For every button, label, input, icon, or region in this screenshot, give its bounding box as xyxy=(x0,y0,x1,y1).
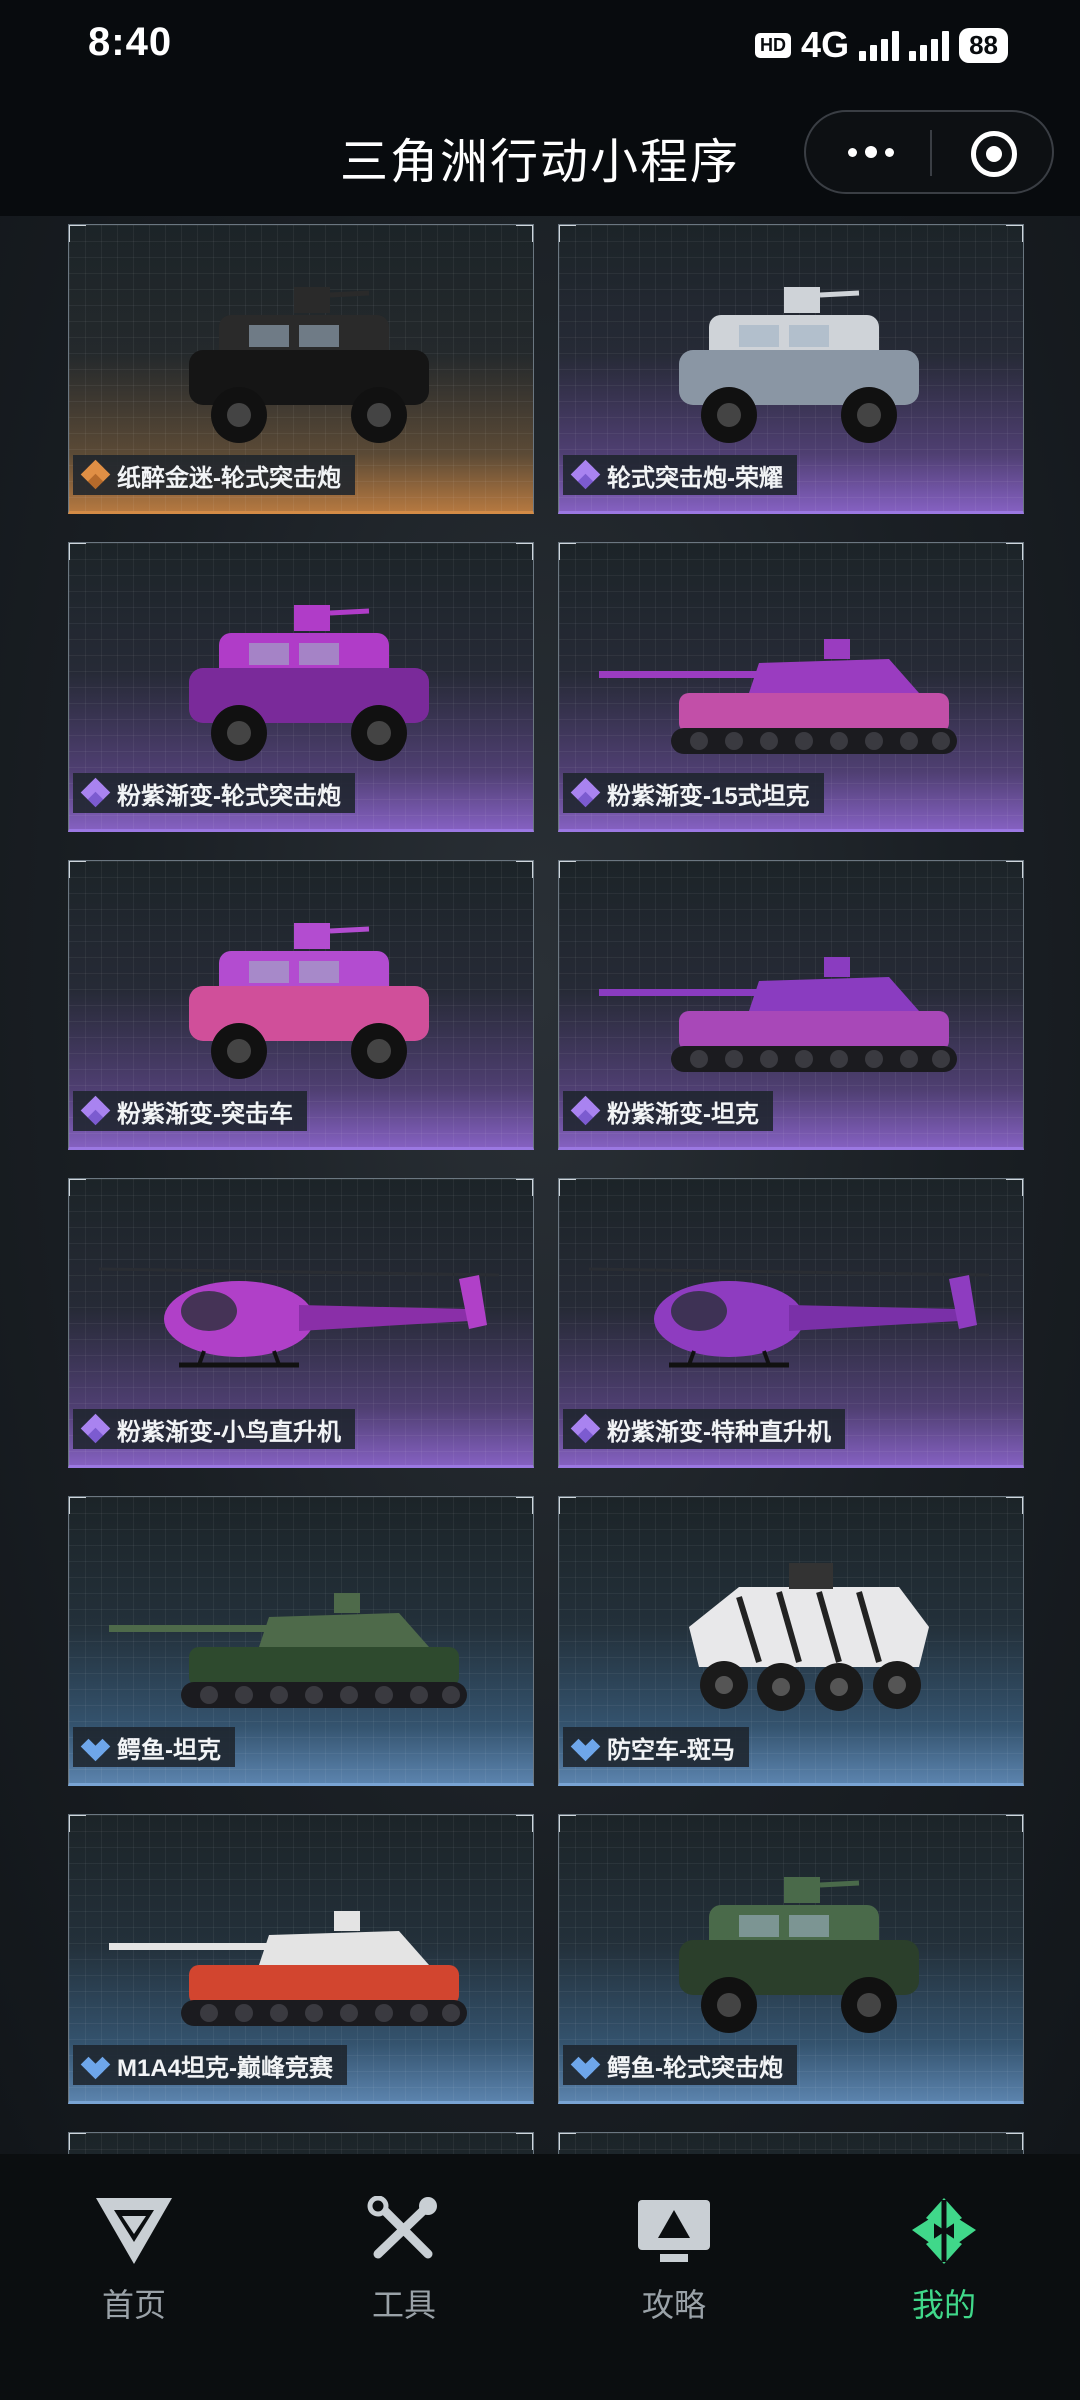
skin-name-label: 轮式突击炮-荣耀 xyxy=(563,455,797,495)
vehicle-skin-card[interactable]: 粉紫渐变-特种直升机 xyxy=(558,1178,1024,1468)
skin-name-label: 粉紫渐变-小鸟直升机 xyxy=(73,1409,355,1449)
card-grid-background xyxy=(69,2133,533,2154)
skin-name-text: 鳄鱼-坦克 xyxy=(117,1736,221,1764)
vehicle-skin-card[interactable]: 粉紫渐变-轮式突击炮 xyxy=(68,542,534,832)
skin-name-label: M1A4坦克-巅峰竞赛 xyxy=(73,2045,348,2085)
vehicle-skin-card[interactable]: 粉紫渐变-坦克 xyxy=(558,860,1024,1150)
more-options-icon[interactable] xyxy=(836,132,906,172)
vehicle-skin-card-partial[interactable] xyxy=(68,2132,534,2154)
tab-guide-label: 攻略 xyxy=(641,2287,706,2323)
skin-name-text: M1A4坦克-巅峰竞赛 xyxy=(117,2054,334,2082)
rarity-diamond-icon xyxy=(570,459,601,490)
skin-name-text: 粉紫渐变-特种直升机 xyxy=(607,1418,831,1446)
corner-bracket xyxy=(1006,2133,1023,2150)
vehicle-skin-card[interactable]: 鳄鱼-坦克 xyxy=(68,1496,534,1786)
tab-guide[interactable]: 攻略 xyxy=(604,2196,744,2326)
vehicle-skin-card-partial[interactable] xyxy=(558,2132,1024,2154)
battery-icon: 88 xyxy=(959,27,1008,63)
tab-mine[interactable]: 我的 xyxy=(874,2196,1014,2326)
skin-name-label: 粉紫渐变-轮式突击炮 xyxy=(73,773,355,813)
rarity-diamond-icon xyxy=(570,777,601,808)
skin-name-text: 粉紫渐变-突击车 xyxy=(117,1100,293,1128)
tab-tools-label: 工具 xyxy=(371,2287,436,2323)
rarity-diamond-icon xyxy=(80,459,111,490)
skin-name-label: 粉紫渐变-突击车 xyxy=(73,1091,307,1131)
status-bar: 8:40 HD 4G 88 xyxy=(0,0,1080,92)
skin-name-label: 粉紫渐变-特种直升机 xyxy=(563,1409,845,1449)
vehicle-skin-card[interactable]: M1A4坦克-巅峰竞赛 xyxy=(68,1814,534,2104)
skin-name-text: 粉紫渐变-15式坦克 xyxy=(607,782,810,810)
vehicle-skin-card[interactable]: 粉紫渐变-小鸟直升机 xyxy=(68,1178,534,1468)
skin-name-label: 防空车-斑马 xyxy=(563,1727,749,1767)
vehicle-skin-card[interactable]: 轮式突击炮-荣耀 xyxy=(558,224,1024,514)
corner-bracket xyxy=(559,2133,576,2150)
tab-home-label: 首页 xyxy=(101,2287,166,2323)
status-time: 8:40 xyxy=(88,20,173,64)
corner-bracket xyxy=(516,2133,533,2150)
skin-name-text: 粉紫渐变-轮式突击炮 xyxy=(117,782,341,810)
skin-name-label: 纸醉金迷-轮式突击炮 xyxy=(73,455,355,495)
skin-name-text: 轮式突击炮-荣耀 xyxy=(607,464,783,492)
rarity-diamond-icon xyxy=(80,777,111,808)
skin-name-label: 鳄鱼-坦克 xyxy=(73,1727,235,1767)
rarity-diamond-icon xyxy=(570,1734,601,1762)
skin-name-text: 防空车-斑马 xyxy=(607,1736,735,1764)
corner-bracket xyxy=(69,2133,86,2150)
rarity-diamond-icon xyxy=(570,1095,601,1126)
hd-voice-icon: HD xyxy=(755,32,792,58)
vehicle-skin-card[interactable]: 鳄鱼-轮式突击炮 xyxy=(558,1814,1024,2104)
capsule-divider xyxy=(930,130,932,176)
signal-icon-2 xyxy=(909,29,950,61)
vehicle-skin-card[interactable]: 粉紫渐变-突击车 xyxy=(68,860,534,1150)
vehicle-skin-card[interactable]: 防空车-斑马 xyxy=(558,1496,1024,1786)
delta-logo-icon xyxy=(96,2198,172,2264)
rarity-diamond-icon xyxy=(80,1734,111,1762)
vehicle-skin-card[interactable]: 粉紫渐变-15式坦克 xyxy=(558,542,1024,832)
rarity-diamond-icon xyxy=(80,1413,111,1444)
tools-icon xyxy=(367,2196,437,2259)
rarity-diamond-icon xyxy=(570,1413,601,1444)
signal-icon xyxy=(859,29,900,61)
skin-name-text: 纸醉金迷-轮式突击炮 xyxy=(117,464,341,492)
close-program-icon[interactable] xyxy=(971,131,1017,177)
tab-mine-label: 我的 xyxy=(911,2287,976,2323)
vehicle-skin-list[interactable]: 纸醉金迷-轮式突击炮 轮式突击炮-荣耀 粉紫渐变-轮式突击炮 粉紫渐变-15式坦克 粉紫… xyxy=(0,216,1080,2154)
vehicle-skin-card[interactable]: 纸醉金迷-轮式突击炮 xyxy=(68,224,534,514)
mini-program-title-bar: 三角洲行动小程序 xyxy=(0,92,1080,216)
status-indicators: HD 4G 88 xyxy=(755,22,1008,68)
card-grid-background xyxy=(559,2133,1023,2154)
profile-logo-icon xyxy=(912,2198,976,2264)
guide-monitor-icon xyxy=(638,2200,710,2262)
tab-tools[interactable]: 工具 xyxy=(334,2196,474,2326)
vehicle-skin-grid: 纸醉金迷-轮式突击炮 轮式突击炮-荣耀 粉紫渐变-轮式突击炮 粉紫渐变-15式坦克 粉紫… xyxy=(68,224,1024,2154)
tab-home[interactable]: 首页 xyxy=(64,2196,204,2326)
skin-name-label: 粉紫渐变-坦克 xyxy=(563,1091,773,1131)
rarity-diamond-icon xyxy=(80,1095,111,1126)
skin-name-text: 鳄鱼-轮式突击炮 xyxy=(607,2054,783,2082)
network-type: 4G xyxy=(801,24,850,65)
skin-name-label: 粉紫渐变-15式坦克 xyxy=(563,773,824,813)
skin-name-text: 粉紫渐变-坦克 xyxy=(607,1100,759,1128)
skin-name-text: 粉紫渐变-小鸟直升机 xyxy=(117,1418,341,1446)
mini-program-capsule xyxy=(804,110,1054,194)
skin-name-label: 鳄鱼-轮式突击炮 xyxy=(563,2045,797,2085)
rarity-diamond-icon xyxy=(570,2052,601,2080)
rarity-diamond-icon xyxy=(80,2052,111,2080)
bottom-tab-bar: 首页 工具 攻略 我的 xyxy=(0,2154,1080,2400)
